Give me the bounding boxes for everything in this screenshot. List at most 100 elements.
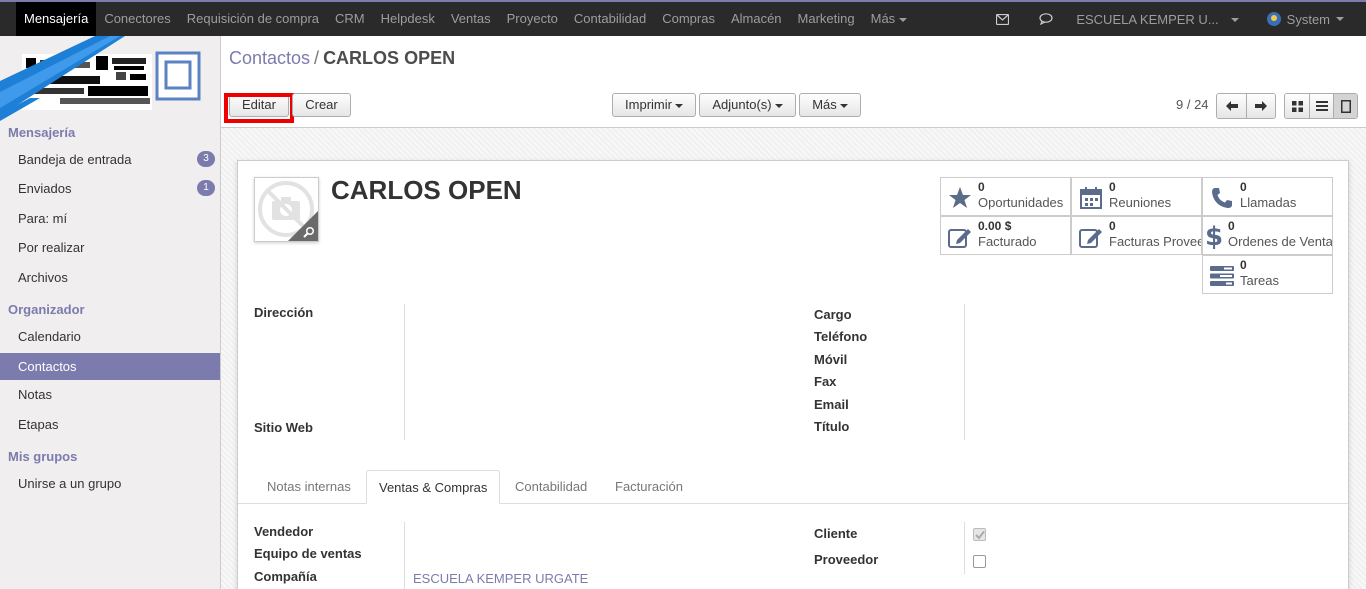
divider: [404, 522, 405, 589]
caret-down-icon: [1230, 18, 1239, 23]
top-navbar: Mensajería Conectores Requisición de com…: [0, 0, 1366, 36]
sidebar-item-join-group[interactable]: Unirse a un grupo: [0, 470, 220, 497]
sidebar-item-todo[interactable]: Por realizar: [0, 234, 220, 261]
user-menu[interactable]: System: [1249, 12, 1366, 27]
sidebar-item-archives[interactable]: Archivos: [0, 264, 220, 291]
company-label: Compañía: [254, 569, 317, 584]
smart-button-sale-orders[interactable]: $ 0 Ordenes de Venta: [1202, 216, 1333, 255]
main-content: Contactos / CARLOS OPEN Editar Crear Impri…: [221, 36, 1366, 589]
list-view-icon[interactable]: [1309, 94, 1333, 118]
smart-button-calls[interactable]: 0 Llamadas: [1202, 177, 1333, 216]
salesperson-label: Vendedor: [254, 524, 314, 539]
sidebar: Mensajería Bandeja de entrada 3 Enviados 1…: [0, 36, 221, 589]
smart-button-opportunities[interactable]: 0 Oportunidades: [940, 177, 1071, 216]
company-switcher[interactable]: ESCUELA KEMPER U...: [1068, 12, 1248, 27]
phone-icon: [1209, 185, 1235, 211]
mail-icon[interactable]: [980, 2, 1024, 36]
company-logo[interactable]: [0, 36, 220, 126]
meetings-count: 0: [1109, 180, 1116, 194]
user-avatar-icon: [1266, 12, 1281, 26]
tab-invoicing[interactable]: Facturación: [603, 470, 695, 504]
chat-icon[interactable]: [1024, 2, 1068, 36]
mobile-label: Móvil: [814, 352, 848, 367]
sidebar-item-label: Enviados: [18, 181, 72, 196]
smart-button-tasks[interactable]: 0 Tareas: [1202, 255, 1333, 294]
customer-checkbox[interactable]: [973, 528, 986, 541]
menu-ventas[interactable]: Ventas: [443, 2, 499, 36]
menu-helpdesk[interactable]: Helpdesk: [373, 2, 443, 36]
pager-previous-button[interactable]: [1217, 94, 1246, 118]
supplier-checkbox[interactable]: [973, 555, 986, 568]
edit-icon: [1078, 224, 1104, 250]
sidebar-item-notes[interactable]: Notas: [0, 381, 220, 408]
menu-crm[interactable]: CRM: [327, 2, 373, 36]
partner-avatar[interactable]: [254, 177, 319, 242]
section-groups: Mis grupos: [8, 449, 78, 464]
menu-mas[interactable]: Más: [863, 2, 916, 36]
sidebar-item-stages[interactable]: Etapas: [0, 411, 220, 438]
sidebar-item-contacts[interactable]: Contactos: [0, 353, 220, 380]
edit-icon: [947, 224, 973, 250]
attachments-button[interactable]: Adjunto(s): [699, 93, 796, 117]
create-button[interactable]: Crear: [292, 93, 351, 117]
menu-mensajeria[interactable]: Mensajería: [16, 2, 97, 36]
menu-mas-label: Más: [870, 11, 896, 26]
email-label: Email: [814, 397, 849, 412]
sidebar-item-sent[interactable]: Enviados 1: [0, 175, 220, 202]
menu-proyecto[interactable]: Proyecto: [499, 2, 566, 36]
search-icon: [303, 226, 315, 238]
form-view-icon[interactable]: [1333, 94, 1357, 118]
tab-internal-notes[interactable]: Notas internas: [255, 470, 363, 504]
kanban-view-icon[interactable]: [1285, 94, 1309, 118]
sidebar-item-inbox[interactable]: Bandeja de entrada 3: [0, 146, 220, 173]
meetings-label: Reuniones: [1109, 195, 1172, 210]
menu-compras[interactable]: Compras: [654, 2, 723, 36]
sales-team-label: Equipo de ventas: [254, 546, 362, 561]
menu-requisicion[interactable]: Requisición de compra: [179, 2, 327, 36]
menu-conectores[interactable]: Conectores: [96, 2, 178, 36]
sale-orders-count: 0: [1228, 219, 1235, 233]
view-switcher: [1284, 93, 1358, 119]
menu-marketing[interactable]: Marketing: [790, 2, 863, 36]
title-label: Título: [814, 419, 850, 434]
pager-value: 9 / 24: [1176, 97, 1209, 112]
sent-badge: 1: [197, 180, 215, 196]
caret-down-icon: [899, 17, 908, 22]
company-link[interactable]: ESCUELA KEMPER URGATE: [413, 571, 588, 586]
notebook-tabs: Notas internas Ventas & Compras Contabil…: [238, 470, 1348, 504]
tab-sales-purchases[interactable]: Ventas & Compras: [366, 470, 501, 504]
opportunities-count: 0: [978, 180, 985, 194]
calendar-icon: [1078, 185, 1104, 211]
breadcrumb-contacts[interactable]: Contactos: [229, 48, 310, 68]
smart-button-invoiced[interactable]: 0.00 $ Facturado: [940, 216, 1071, 255]
smart-button-vendor-bills[interactable]: 0 Facturas Proveedor: [1071, 216, 1202, 255]
dollar-icon: $: [1204, 222, 1224, 252]
smart-button-meetings[interactable]: 0 Reuniones: [1071, 177, 1202, 216]
more-button[interactable]: Más: [799, 93, 861, 117]
edit-highlight-box: [224, 93, 294, 123]
tasks-count: 0: [1240, 258, 1247, 272]
sidebar-item-to-me[interactable]: Para: mí: [0, 205, 220, 232]
company-name: ESCUELA KEMPER U...: [1076, 11, 1219, 27]
caret-down-icon: [774, 103, 783, 108]
divider: [404, 304, 405, 440]
user-name: System: [1286, 11, 1330, 27]
print-label: Imprimir: [625, 97, 672, 112]
caret-down-icon: [839, 103, 848, 108]
print-button[interactable]: Imprimir: [612, 93, 696, 117]
pager-next-button[interactable]: [1246, 94, 1275, 118]
pager-buttons: [1216, 93, 1276, 119]
invoiced-label: Facturado: [978, 234, 1037, 249]
menu-almacen[interactable]: Almacén: [723, 2, 790, 36]
more-label: Más: [812, 97, 837, 112]
menu-contabilidad[interactable]: Contabilidad: [566, 2, 654, 36]
sale-orders-label: Ordenes de Venta: [1228, 234, 1333, 249]
control-panel: Contactos / CARLOS OPEN Editar Crear Impri…: [221, 36, 1366, 128]
invoiced-amount: 0.00 $: [978, 219, 1012, 233]
sidebar-item-calendar[interactable]: Calendario: [0, 323, 220, 350]
address-label: Dirección: [254, 305, 314, 320]
tab-accounting[interactable]: Contabilidad: [503, 470, 599, 504]
sidebar-item-label: Bandeja de entrada: [18, 152, 132, 167]
tasks-label: Tareas: [1240, 273, 1280, 288]
vendor-bills-label: Facturas Proveedor: [1109, 234, 1201, 249]
